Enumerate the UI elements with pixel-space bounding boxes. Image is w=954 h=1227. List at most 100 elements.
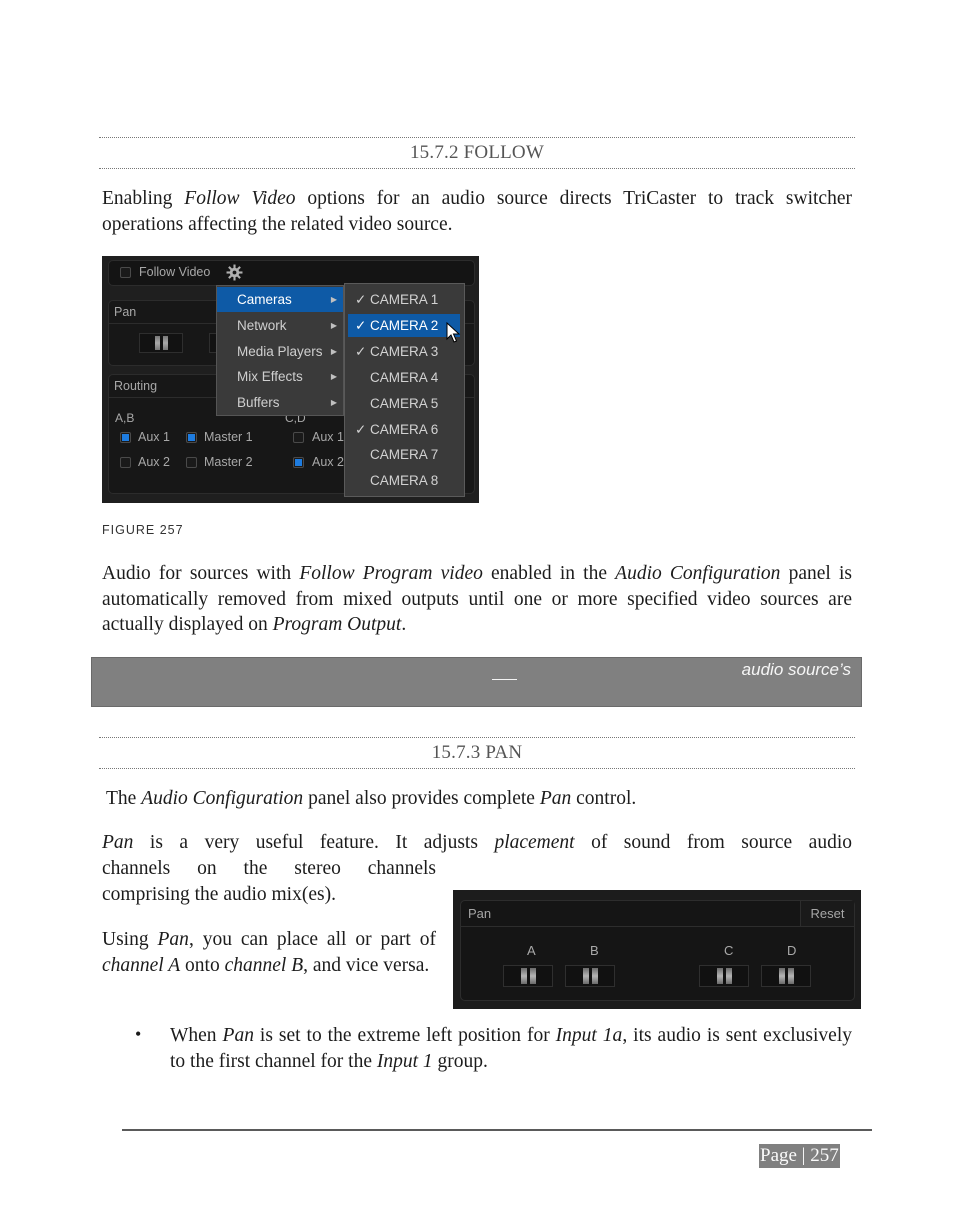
emphasis-text: Audio Configuration (615, 563, 781, 584)
routing-checkbox-ab-master1[interactable] (186, 432, 197, 443)
text-run: is a very useful feature. It adjusts (133, 832, 495, 853)
follow-program-paragraph: Audio for sources with Follow Program vi… (102, 561, 852, 638)
text-run: onto (180, 954, 225, 976)
page-number: Page | 257 (759, 1144, 840, 1168)
pan-knob[interactable] (139, 333, 183, 353)
routing-label: Aux 1 (312, 430, 344, 444)
emphasis-text: Program Output (272, 614, 402, 635)
menu-item-buffers[interactable]: Buffers ▶ (217, 390, 343, 415)
emphasis-text: Follow Program video (299, 563, 483, 584)
menu-item-cameras[interactable]: Cameras ▶ (217, 287, 343, 312)
routing-checkbox-ab-master2[interactable] (186, 457, 197, 468)
submenu-item-camera-1[interactable]: ✓ CAMERA 1 (348, 288, 460, 311)
submenu-arrow-icon: ▶ (330, 398, 337, 408)
submenu-arrow-icon: ▶ (330, 346, 337, 356)
routing-label: Master 2 (204, 455, 253, 469)
emphasis-text: Input 1a (555, 1025, 623, 1046)
follow-video-figure: Follow Video Pan Routing A,B C,D Aux 1 M… (102, 256, 479, 503)
submenu-item-camera-2[interactable]: ✓ CAMERA 2 (348, 313, 460, 337)
submenu-item-label: CAMERA 4 (370, 369, 439, 385)
menu-item-network[interactable]: Network ▶ (217, 313, 343, 338)
channel-label-a: A (527, 943, 536, 958)
follow-video-checkbox[interactable] (120, 267, 131, 278)
text-run: control. (571, 788, 637, 809)
routing-label: Aux 1 (138, 430, 170, 444)
text-run: is set to the extreme left position for (253, 1025, 556, 1046)
pan-feature-line3: comprising the audio mix(es). (102, 884, 336, 905)
follow-source-menu: Cameras ▶ Network ▶ Media Players ▶ Mix Effect… (216, 285, 344, 416)
gear-icon[interactable] (226, 264, 243, 281)
menu-item-media-players[interactable]: Media Players ▶ (217, 339, 343, 364)
checkmark-icon: ✓ (355, 317, 367, 333)
footer-divider (122, 1129, 872, 1131)
menu-item-mix-effects[interactable]: Mix Effects ▶ (217, 364, 343, 389)
submenu-arrow-icon: ▶ (330, 295, 337, 304)
follow-intro-paragraph: Enabling Follow Video options for an aud… (102, 186, 852, 237)
text-run: The (106, 788, 142, 809)
note-text: audio source’s (741, 660, 851, 679)
routing-checkbox-cd-aux1[interactable] (293, 432, 304, 443)
text-run: . (401, 614, 407, 635)
routing-label: Aux 2 (312, 455, 344, 469)
emphasis-text: placement (494, 832, 575, 853)
pan-panel-header: Pan Reset (461, 901, 854, 927)
text-run: When (170, 1025, 223, 1046)
submenu-item-label: CAMERA 7 (370, 447, 439, 463)
submenu-item-camera-3[interactable]: ✓ CAMERA 3 (348, 340, 460, 363)
submenu-item-label: CAMERA 6 (370, 421, 439, 437)
routing-checkbox-ab-aux1[interactable] (120, 432, 131, 443)
pan-panel: Pan Reset A B C D (460, 900, 855, 1001)
channel-label-c: C (724, 943, 734, 958)
routing-checkbox-ab-aux2[interactable] (120, 457, 131, 468)
routing-section-title: Routing (114, 379, 158, 393)
menu-item-label: Media Players (237, 343, 323, 359)
text-run: enabled in the (482, 563, 616, 584)
text-run: Using (102, 929, 158, 950)
checkmark-icon: ✓ (355, 343, 367, 359)
channel-label-b: B (590, 943, 599, 958)
pan-knob-d[interactable] (761, 965, 811, 987)
emphasis-text: channel A (102, 954, 181, 976)
submenu-arrow-icon: ▶ (330, 372, 337, 382)
submenu-item-label: CAMERA 8 (370, 473, 439, 489)
text-run: , you can place all or part of (188, 929, 436, 950)
text-run: of sound from source audio (574, 832, 853, 853)
submenu-item-camera-6[interactable]: ✓ CAMERA 6 (348, 418, 460, 441)
emphasis-text: Pan (222, 1025, 254, 1046)
submenu-item-camera-8[interactable]: CAMERA 8 (348, 469, 460, 492)
note-bar: audio source’s (91, 657, 862, 707)
submenu-item-camera-7[interactable]: CAMERA 7 (348, 443, 460, 466)
menu-item-label: Network (237, 317, 287, 333)
pan-figure: Pan Reset A B C D (453, 890, 861, 1009)
submenu-item-camera-5[interactable]: CAMERA 5 (348, 392, 460, 415)
pan-feature-line2: channels on the stereo channels (102, 858, 436, 879)
pan-section-title: Pan (114, 305, 137, 319)
text-run: , and vice versa. (303, 954, 430, 976)
reset-button[interactable]: Reset (800, 901, 854, 926)
section-heading-follow: 15.7.2 FOLLOW (99, 137, 855, 169)
menu-item-label: Mix Effects (237, 369, 303, 385)
menu-item-label: Buffers (237, 395, 280, 411)
bullet-icon: • (135, 1024, 142, 1044)
submenu-item-label: CAMERA 3 (370, 343, 439, 359)
pan-feature-line1: Pan is a very useful feature. It adjusts… (102, 830, 852, 856)
routing-checkbox-cd-aux2[interactable] (293, 457, 304, 468)
mouse-cursor-icon (446, 322, 461, 343)
emphasis-text: Follow Video (184, 188, 296, 209)
pan-knob-c[interactable] (699, 965, 749, 987)
emphasis-text: Pan (102, 832, 134, 853)
pan-knob-a[interactable] (503, 965, 553, 987)
submenu-arrow-icon: ▶ (330, 320, 337, 330)
pan-bullet-text: When Pan is set to the extreme left posi… (170, 1023, 852, 1074)
section-heading-pan: 15.7.3 PAN (99, 737, 855, 769)
routing-label: Aux 2 (138, 455, 170, 469)
emphasis-text: Pan (157, 929, 189, 950)
emphasis-text: Input 1 (376, 1050, 433, 1072)
pan-intro-paragraph: The Audio Configuration panel also provi… (106, 786, 856, 812)
checkmark-icon: ✓ (355, 421, 367, 437)
pan-knob-b[interactable] (565, 965, 615, 987)
follow-video-label: Follow Video (139, 265, 211, 279)
submenu-item-label: CAMERA 5 (370, 395, 439, 411)
submenu-item-camera-4[interactable]: CAMERA 4 (348, 366, 460, 389)
note-dash (492, 679, 517, 680)
